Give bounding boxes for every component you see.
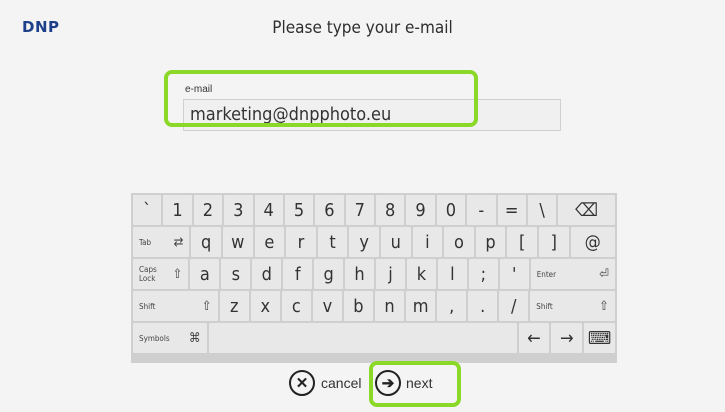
key-0[interactable]: 0 [436,195,466,225]
enter-key[interactable]: Enter ⏎ [530,259,616,289]
email-field[interactable]: marketing@dnpphoto.eu [183,99,561,131]
key-at[interactable]: @ [570,227,615,257]
shift-right-key[interactable]: Shift ⇧ [530,291,615,321]
key-t[interactable]: t [317,227,348,257]
key-y[interactable]: y [349,227,379,257]
key-apostrophe[interactable]: ' [499,259,529,289]
arrow-left-key[interactable]: ← [518,323,550,353]
shift-icon: ⇧ [599,298,609,314]
key-backslash[interactable]: \ [527,195,557,225]
key-p[interactable]: p [475,227,506,257]
key-comma[interactable]: , [437,291,467,321]
key-i[interactable]: i [412,227,443,257]
key-backtick[interactable]: ` [133,195,162,225]
key-x[interactable]: x [250,291,280,321]
keyboard-row-bottom-letters: Shift ⇧ z x c v b n m , . / Shift ⇧ [133,291,615,321]
key-9[interactable]: 9 [406,195,435,225]
caps-lock-key[interactable]: Caps Lock ⇧ [133,259,189,289]
keyboard-row-numbers: ` 1 2 3 4 5 6 7 8 9 0 - = \ ⌫ [133,195,615,225]
backspace-key[interactable]: ⌫ [558,195,615,225]
tab-key-label: Tab [139,237,152,247]
key-o[interactable]: o [444,227,474,257]
keyboard-icon: ⌨ [587,327,612,349]
key-semicolon[interactable]: ; [468,259,498,289]
key-4[interactable]: 4 [254,195,283,225]
key-j[interactable]: j [376,259,405,289]
key-bracket-left[interactable]: [ [507,227,537,257]
key-a[interactable]: a [190,259,220,289]
keyboard-row-space: Symbols ⌘ ← → ⌨ [133,323,615,353]
backspace-icon: ⌫ [575,199,599,221]
tab-key[interactable]: Tab ⇄ [133,227,190,257]
arrow-right-key[interactable]: → [551,323,583,353]
key-7[interactable]: 7 [345,195,374,225]
page-title: Please type your e-mail [272,18,453,38]
tab-icon: ⇄ [173,234,184,250]
caps-lock-label: Caps Lock [139,265,157,283]
key-r[interactable]: r [286,227,316,257]
key-equals[interactable]: = [497,195,526,225]
key-l[interactable]: l [437,259,467,289]
key-bracket-right[interactable]: ] [538,227,569,257]
on-screen-keyboard: ` 1 2 3 4 5 6 7 8 9 0 - = \ ⌫ Tab ⇄ q w … [131,193,617,363]
key-z[interactable]: z [219,291,249,321]
key-b[interactable]: b [343,291,373,321]
next-arrow-icon: ➔ [375,370,401,396]
cancel-label: cancel [321,375,362,391]
key-s[interactable]: s [221,259,251,289]
cancel-icon: ✕ [289,370,315,396]
key-v[interactable]: v [312,291,342,321]
key-h[interactable]: h [345,259,375,289]
key-2[interactable]: 2 [193,195,223,225]
email-label: e-mail [185,84,213,95]
key-u[interactable]: u [380,227,411,257]
key-q[interactable]: q [191,227,221,257]
next-button[interactable]: ➔ next [375,366,432,400]
key-8[interactable]: 8 [376,195,405,225]
command-icon: ⌘ [188,330,201,346]
key-k[interactable]: k [406,259,436,289]
keyboard-row-home: Caps Lock ⇧ a s d f g h j k l ; ' Enter … [133,259,616,289]
hide-keyboard-key[interactable]: ⌨ [584,323,615,353]
enter-icon: ⏎ [599,266,610,282]
key-c[interactable]: c [281,291,311,321]
key-period[interactable]: . [468,291,498,321]
key-e[interactable]: e [254,227,285,257]
shift-right-label: Shift [536,301,553,311]
enter-key-label: Enter [536,269,557,279]
key-5[interactable]: 5 [284,195,314,225]
key-w[interactable]: w [223,227,253,257]
key-minus[interactable]: - [467,195,496,225]
key-g[interactable]: g [314,259,344,289]
cancel-button[interactable]: ✕ cancel [289,366,361,400]
caps-lock-icon: ⇧ [172,266,183,282]
space-bar[interactable] [208,323,517,353]
arrow-right-icon: → [560,327,574,349]
symbols-key-label: Symbols [139,333,170,343]
key-3[interactable]: 3 [224,195,253,225]
symbols-key[interactable]: Symbols ⌘ [133,323,207,353]
key-1[interactable]: 1 [163,195,192,225]
keyboard-row-qwerty: Tab ⇄ q w e r t y u i o p [ ] @ [133,227,615,257]
key-m[interactable]: m [406,291,436,321]
shift-left-key[interactable]: Shift ⇧ [133,291,218,321]
key-slash[interactable]: / [499,291,529,321]
shift-left-label: Shift [139,301,156,311]
next-label: next [406,375,433,391]
shift-icon: ⇧ [201,298,212,314]
arrow-left-icon: ← [527,327,541,349]
key-f[interactable]: f [283,259,313,289]
key-6[interactable]: 6 [315,195,344,225]
key-d[interactable]: d [252,259,282,289]
key-n[interactable]: n [374,291,405,321]
